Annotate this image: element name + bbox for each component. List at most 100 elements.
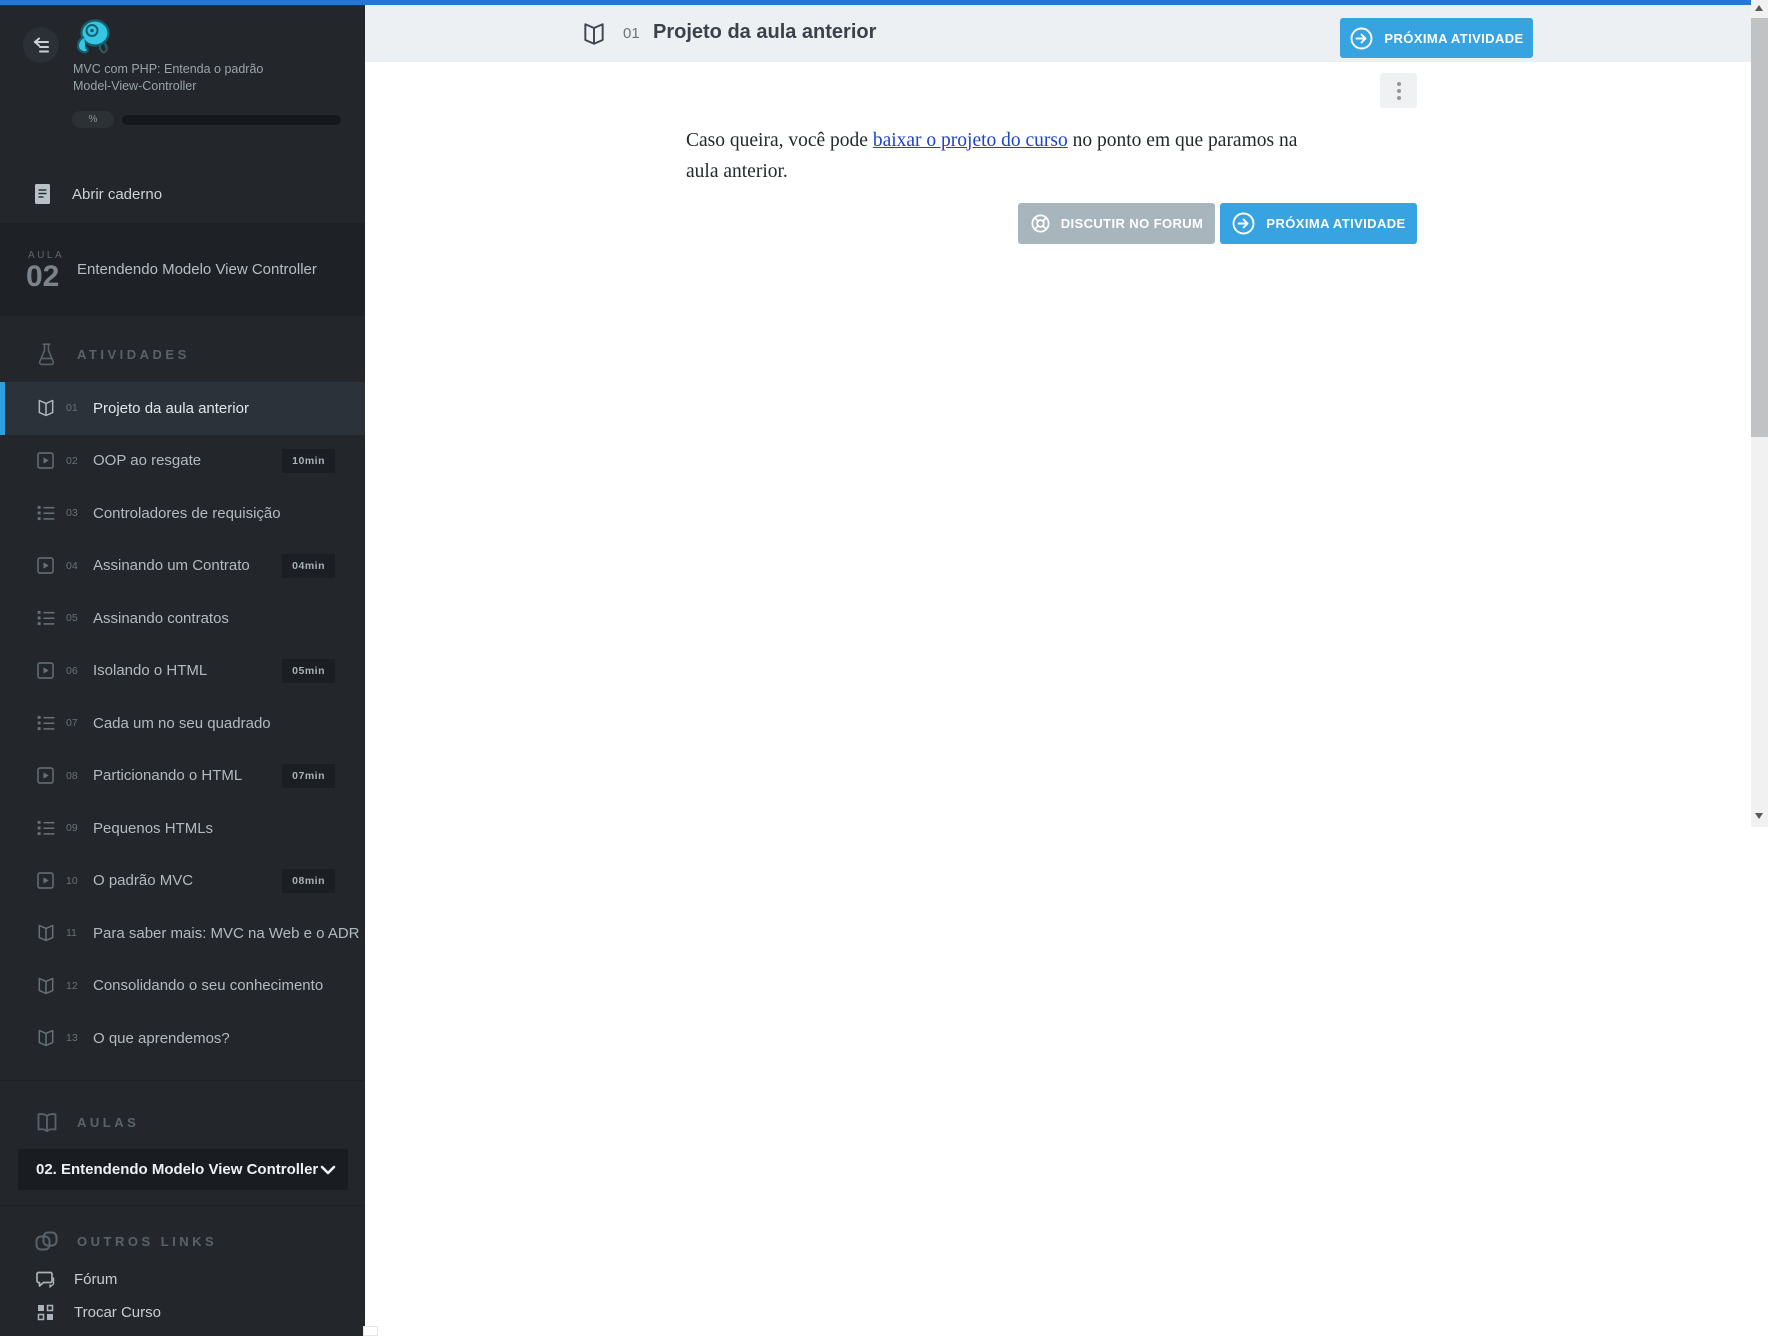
next-activity-button[interactable]: PRÓXIMA ATIVIDADE [1220,203,1417,244]
collapse-sidebar-button[interactable] [23,27,59,63]
open-notebook-button[interactable]: Abrir caderno [0,165,365,223]
arrow-right-circle-icon [1231,211,1256,236]
lesson-title: Entendendo Modelo View Controller [77,261,317,278]
activity-title: Consolidando o seu conhecimento [93,977,323,994]
activity-item[interactable]: 06 Isolando o HTML 05min [0,645,365,698]
activity-item[interactable]: 13 O que aprendemos? [0,1012,365,1065]
course-progress-bar [122,115,341,125]
activity-item[interactable]: 12 Consolidando o seu conhecimento [0,960,365,1013]
activity-header-number: 01 [623,25,640,42]
activity-item[interactable]: 09 Pequenos HTMLs [0,802,365,855]
activity-title: O padrão MVC [93,872,193,889]
list-icon [36,818,56,838]
activity-number: 07 [66,717,86,729]
grid-icon [34,1304,56,1321]
activity-item[interactable]: 01 Projeto da aula anterior [0,382,365,435]
activity-title: Projeto da aula anterior [93,400,249,417]
scroll-down-arrow-icon[interactable] [1755,813,1763,819]
open-book-icon [36,1028,56,1048]
list-icon [36,608,56,628]
forum-link[interactable]: Fórum [0,1263,365,1296]
activity-item[interactable]: 08 Particionando o HTML 07min [0,750,365,803]
other-links-label: OUTROS LINKS [77,1234,217,1249]
download-project-link[interactable]: baixar o projeto do curso [873,130,1068,151]
activity-title: Assinando um Contrato [93,557,250,574]
video-icon [36,766,55,785]
video-icon [36,556,55,575]
forum-label: Fórum [74,1271,117,1288]
aulas-section: AULAS 02. Entendendo Modelo View Control… [0,1080,365,1206]
course-title: MVC com PHP: Entenda o padrão Model-View… [73,61,263,95]
activities-list: 01 Projeto da aula anterior [0,382,365,1065]
activities-section-header: ATIVIDADES [0,327,365,382]
page-scrollbar[interactable] [1751,0,1768,827]
more-options-button[interactable] [1380,73,1417,108]
page-title: Projeto da aula anterior [653,21,876,44]
activity-title: Isolando o HTML [93,662,207,679]
activity-item[interactable]: 04 Assinando um Contrato 04min [0,540,365,593]
duration-badge: 10min [282,449,335,473]
discuss-forum-button[interactable]: DISCUTIR NO FORUM [1018,203,1215,244]
lifebuoy-icon [1030,213,1051,234]
activity-title: Cada um no seu quadrado [93,715,271,732]
activity-header: 01 Projeto da aula anterior PRÓXIMA ATIV… [365,5,1768,62]
next-activity-button-header[interactable]: PRÓXIMA ATIVIDADE [1340,18,1533,58]
open-notebook-label: Abrir caderno [72,186,162,203]
other-links-section: OUTROS LINKS Fórum [0,1205,365,1336]
duration-badge: 07min [282,764,335,788]
activity-number: 10 [66,875,86,887]
open-book-icon [36,976,56,996]
change-course-label: Trocar Curso [74,1304,161,1321]
activity-item[interactable]: 02 OOP ao resgate 10min [0,435,365,488]
activity-number: 13 [66,1032,86,1044]
activity-actions: DISCUTIR NO FORUM PRÓXIMA ATIVIDADE [365,203,1768,244]
open-book-icon [581,21,607,47]
activity-number: 11 [66,927,86,939]
chat-bubble-icon [34,1271,56,1289]
aulas-section-header: AULAS [0,1095,365,1150]
scroll-up-arrow-icon[interactable] [1755,5,1763,11]
lesson-number: 02 [26,260,59,294]
video-icon [36,661,55,680]
activity-item[interactable]: 10 O padrão MVC 08min [0,855,365,908]
list-icon [36,713,56,733]
activity-title: Particionando o HTML [93,767,242,784]
activity-number: 12 [66,980,86,992]
activity-title: Controladores de requisição [93,505,281,522]
lesson-select-dropdown[interactable]: 02. Entendendo Modelo View Controller [18,1149,348,1190]
activity-number: 06 [66,665,86,677]
main-content: 01 Projeto da aula anterior PRÓXIMA ATIV… [365,0,1768,1336]
course-player-screen: MVC com PHP: Entenda o padrão Model-View… [0,0,1768,1336]
activity-title: O que aprendemos? [93,1030,230,1047]
duration-badge: 08min [282,869,335,893]
activity-number: 02 [66,455,86,467]
aulas-section-label: AULAS [77,1115,139,1130]
activity-item[interactable]: 11 Para saber mais: MVC na Web e o ADR [0,907,365,960]
list-icon [36,503,56,523]
document-icon [34,183,51,205]
sidebar-scrollbar-thumb[interactable] [363,1326,378,1336]
video-icon [36,871,55,890]
activity-number: 01 [66,402,86,414]
duration-badge: 05min [282,659,335,683]
activity-title: Pequenos HTMLs [93,820,213,837]
activity-item[interactable]: 07 Cada um no seu quadrado [0,697,365,750]
activities-section-label: ATIVIDADES [77,347,190,362]
change-course-link[interactable]: Trocar Curso [0,1296,365,1329]
link-chain-icon [33,1229,60,1254]
arrow-left-menu-icon [32,36,51,55]
loading-progress-bar [0,0,1751,5]
other-links-header: OUTROS LINKS [0,1214,365,1269]
chevron-down-icon [320,1164,336,1176]
activity-number: 05 [66,612,86,624]
activity-title: OOP ao resgate [93,452,201,469]
activity-number: 04 [66,560,86,572]
scrollbar-thumb[interactable] [1751,18,1768,437]
current-lesson-block: AULA 02 Entendendo Modelo View Controlle… [0,223,365,316]
course-sidebar: MVC com PHP: Entenda o padrão Model-View… [0,0,365,1336]
activity-item[interactable]: 03 Controladores de requisição [0,487,365,540]
activity-item[interactable]: 05 Assinando contratos [0,592,365,645]
activity-title: Assinando contratos [93,610,229,627]
progress-percent-badge: % [72,111,114,128]
open-book-icon [36,923,56,943]
